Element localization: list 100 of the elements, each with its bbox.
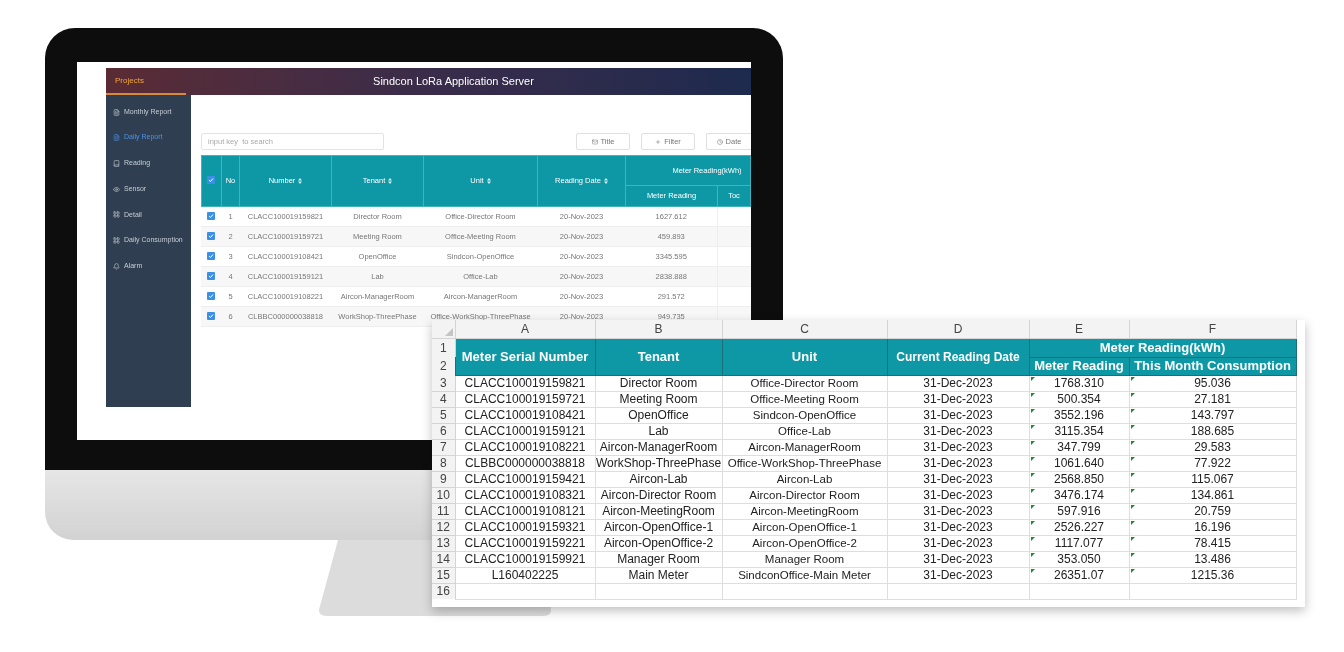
sheet-cell: 27.181: [1194, 392, 1231, 406]
sheet-cell: Office-Director Room: [750, 377, 859, 389]
sheet-cell: Aircon-Lab: [776, 473, 833, 485]
sheet-cell: 31-Dec-2023: [923, 568, 993, 582]
sheet-cell: 347.799: [1057, 440, 1101, 454]
sheet-cell: 3476.174: [1053, 488, 1105, 502]
sheet-cell: Sindcon-OpenOffice: [752, 409, 857, 421]
checkbox[interactable]: [207, 176, 216, 185]
sheet-cell: 31-Dec-2023: [923, 520, 993, 534]
sheet-cell: 31-Dec-2023: [923, 488, 993, 502]
sheet-cell: OpenOffice: [628, 408, 689, 422]
sheet-cell: 1061.640: [1053, 456, 1105, 470]
sheet-cell: Aircon-Director Room: [749, 489, 860, 501]
sheet-cell: 95.036: [1194, 376, 1231, 390]
sheet-cell: 500.354: [1057, 392, 1101, 406]
sheet-cell: 143.797: [1190, 408, 1235, 422]
sheet-cell: 31-Dec-2023: [923, 456, 993, 470]
sheet-cell: L160402225: [491, 568, 559, 582]
sheet-cell: CLACC100019159821: [464, 376, 586, 390]
sheet-cell: 31-Dec-2023: [923, 424, 993, 438]
sheet-cell: 31-Dec-2023: [923, 392, 993, 406]
sheet-cell: Main Meter: [628, 568, 689, 582]
sheet-cell: 134.861: [1190, 488, 1235, 502]
document-icon: [113, 134, 120, 142]
header-cell: Unit: [722, 338, 887, 375]
sheet-cell: 31-Dec-2023: [923, 376, 993, 390]
book-icon: [113, 159, 120, 167]
sheet-cell: CLACC100019159321: [464, 520, 586, 534]
envelope-icon: [591, 138, 598, 145]
sheet-cell: 1768.310: [1053, 376, 1105, 390]
sheet-cell: 31-Dec-2023: [923, 536, 993, 550]
app-title: Sindcon LoRa Application Server: [373, 74, 534, 90]
sheet-cell: CLACC100019108221: [464, 440, 586, 454]
sort-icon: [603, 178, 608, 185]
sheet-cell: Lab: [648, 424, 669, 438]
sheet-cell: Manager Room: [617, 552, 700, 566]
sheet-cell: CLACC100019108321: [464, 488, 586, 502]
checkbox[interactable]: [207, 211, 216, 220]
sheet-cell: CLACC100019159921: [464, 552, 586, 566]
checkbox[interactable]: [207, 231, 216, 240]
sheet-cell: 26351.07: [1053, 568, 1105, 582]
sheet-cell: 1215.36: [1190, 568, 1235, 582]
sheet-cell: 31-Dec-2023: [923, 472, 993, 486]
column-letter[interactable]: F: [1129, 320, 1296, 339]
sheet-cell: 2568.850: [1053, 472, 1105, 486]
sheet-cell: Director Room: [619, 376, 698, 390]
sheet-cell: Manager Room: [764, 553, 845, 565]
sheet-cell: 2526.227: [1053, 520, 1105, 534]
bell-icon: [113, 262, 120, 270]
document-icon: [113, 108, 120, 116]
sheet-cell: 3115.354: [1054, 424, 1104, 438]
checkbox[interactable]: [207, 311, 216, 320]
sheet-cell: Aircon-ManagerRoom: [599, 440, 718, 454]
plus-icon: [655, 138, 662, 145]
checkbox[interactable]: [207, 251, 216, 260]
sheet-cell: SindconOffice-Main Meter: [738, 569, 871, 581]
sheet-cell: 13.486: [1194, 552, 1231, 566]
sheet-cell: Aircon-Director Room: [600, 488, 717, 502]
header-cell: Current Reading Date: [887, 338, 1029, 375]
sheet-cell: 115.067: [1191, 472, 1234, 486]
column-letter[interactable]: A: [455, 320, 595, 339]
sheet-cell: 20.759: [1194, 504, 1231, 518]
sheet-cell: CLACC100019159221: [464, 536, 586, 550]
sheet-cell: Aircon-ManagerRoom: [748, 441, 861, 453]
column-letter[interactable]: C: [722, 320, 887, 339]
sort-icon: [388, 178, 393, 185]
sheet-cell: 31-Dec-2023: [923, 552, 993, 566]
sheet-cell: 31-Dec-2023: [923, 408, 993, 422]
sheet-cell: Aircon-OpenOffice-2: [603, 536, 714, 550]
sheet-cell: Aircon-MeetingRoom: [602, 504, 715, 518]
sheet-cell: 353.050: [1057, 552, 1101, 566]
sort-icon: [298, 178, 303, 185]
sheet-cell: WorkShop-ThreePhase: [595, 456, 722, 470]
sheet-cell: Office-WorkShop-ThreePhase: [727, 457, 882, 469]
header-cell: Tenant: [595, 338, 722, 375]
sheet-cell: 78.415: [1194, 536, 1231, 550]
sheet-cell: 31-Dec-2023: [923, 440, 993, 454]
sheet-cell: CLBBC000000038818: [464, 456, 586, 470]
column-letter[interactable]: B: [595, 320, 722, 339]
column-letter[interactable]: D: [887, 320, 1029, 339]
sheet-cell: CLACC100019159421: [464, 472, 586, 486]
header-cell: Meter Serial Number: [455, 338, 595, 375]
sheet-cell: 597.916: [1057, 504, 1101, 518]
sheet-cell: 1117.077: [1054, 536, 1104, 550]
sheet-cell: Aircon-OpenOffice-1: [752, 521, 857, 533]
row-number[interactable]: 3: [432, 375, 455, 391]
row-number[interactable]: 2: [432, 357, 455, 375]
sheet-cell: CLACC100019108121: [464, 504, 586, 518]
sheet-cell: 77.922: [1194, 456, 1231, 470]
projects-tab[interactable]: Projects: [115, 74, 144, 87]
checkbox[interactable]: [207, 291, 216, 300]
sheet-cell: CLACC100019159721: [464, 392, 586, 406]
sheet-cell: 3552.196: [1053, 408, 1105, 422]
sheet-cell: Aircon-OpenOffice-1: [603, 520, 714, 534]
sheet-cell: CLACC100019159121: [464, 424, 586, 438]
checkbox[interactable]: [207, 271, 216, 280]
column-letter[interactable]: E: [1029, 320, 1129, 339]
sheet-cell: Meeting Room: [619, 392, 698, 406]
sheet-cell: 29.583: [1194, 440, 1231, 454]
sheet-cell: Office-Meeting Room: [750, 393, 859, 405]
